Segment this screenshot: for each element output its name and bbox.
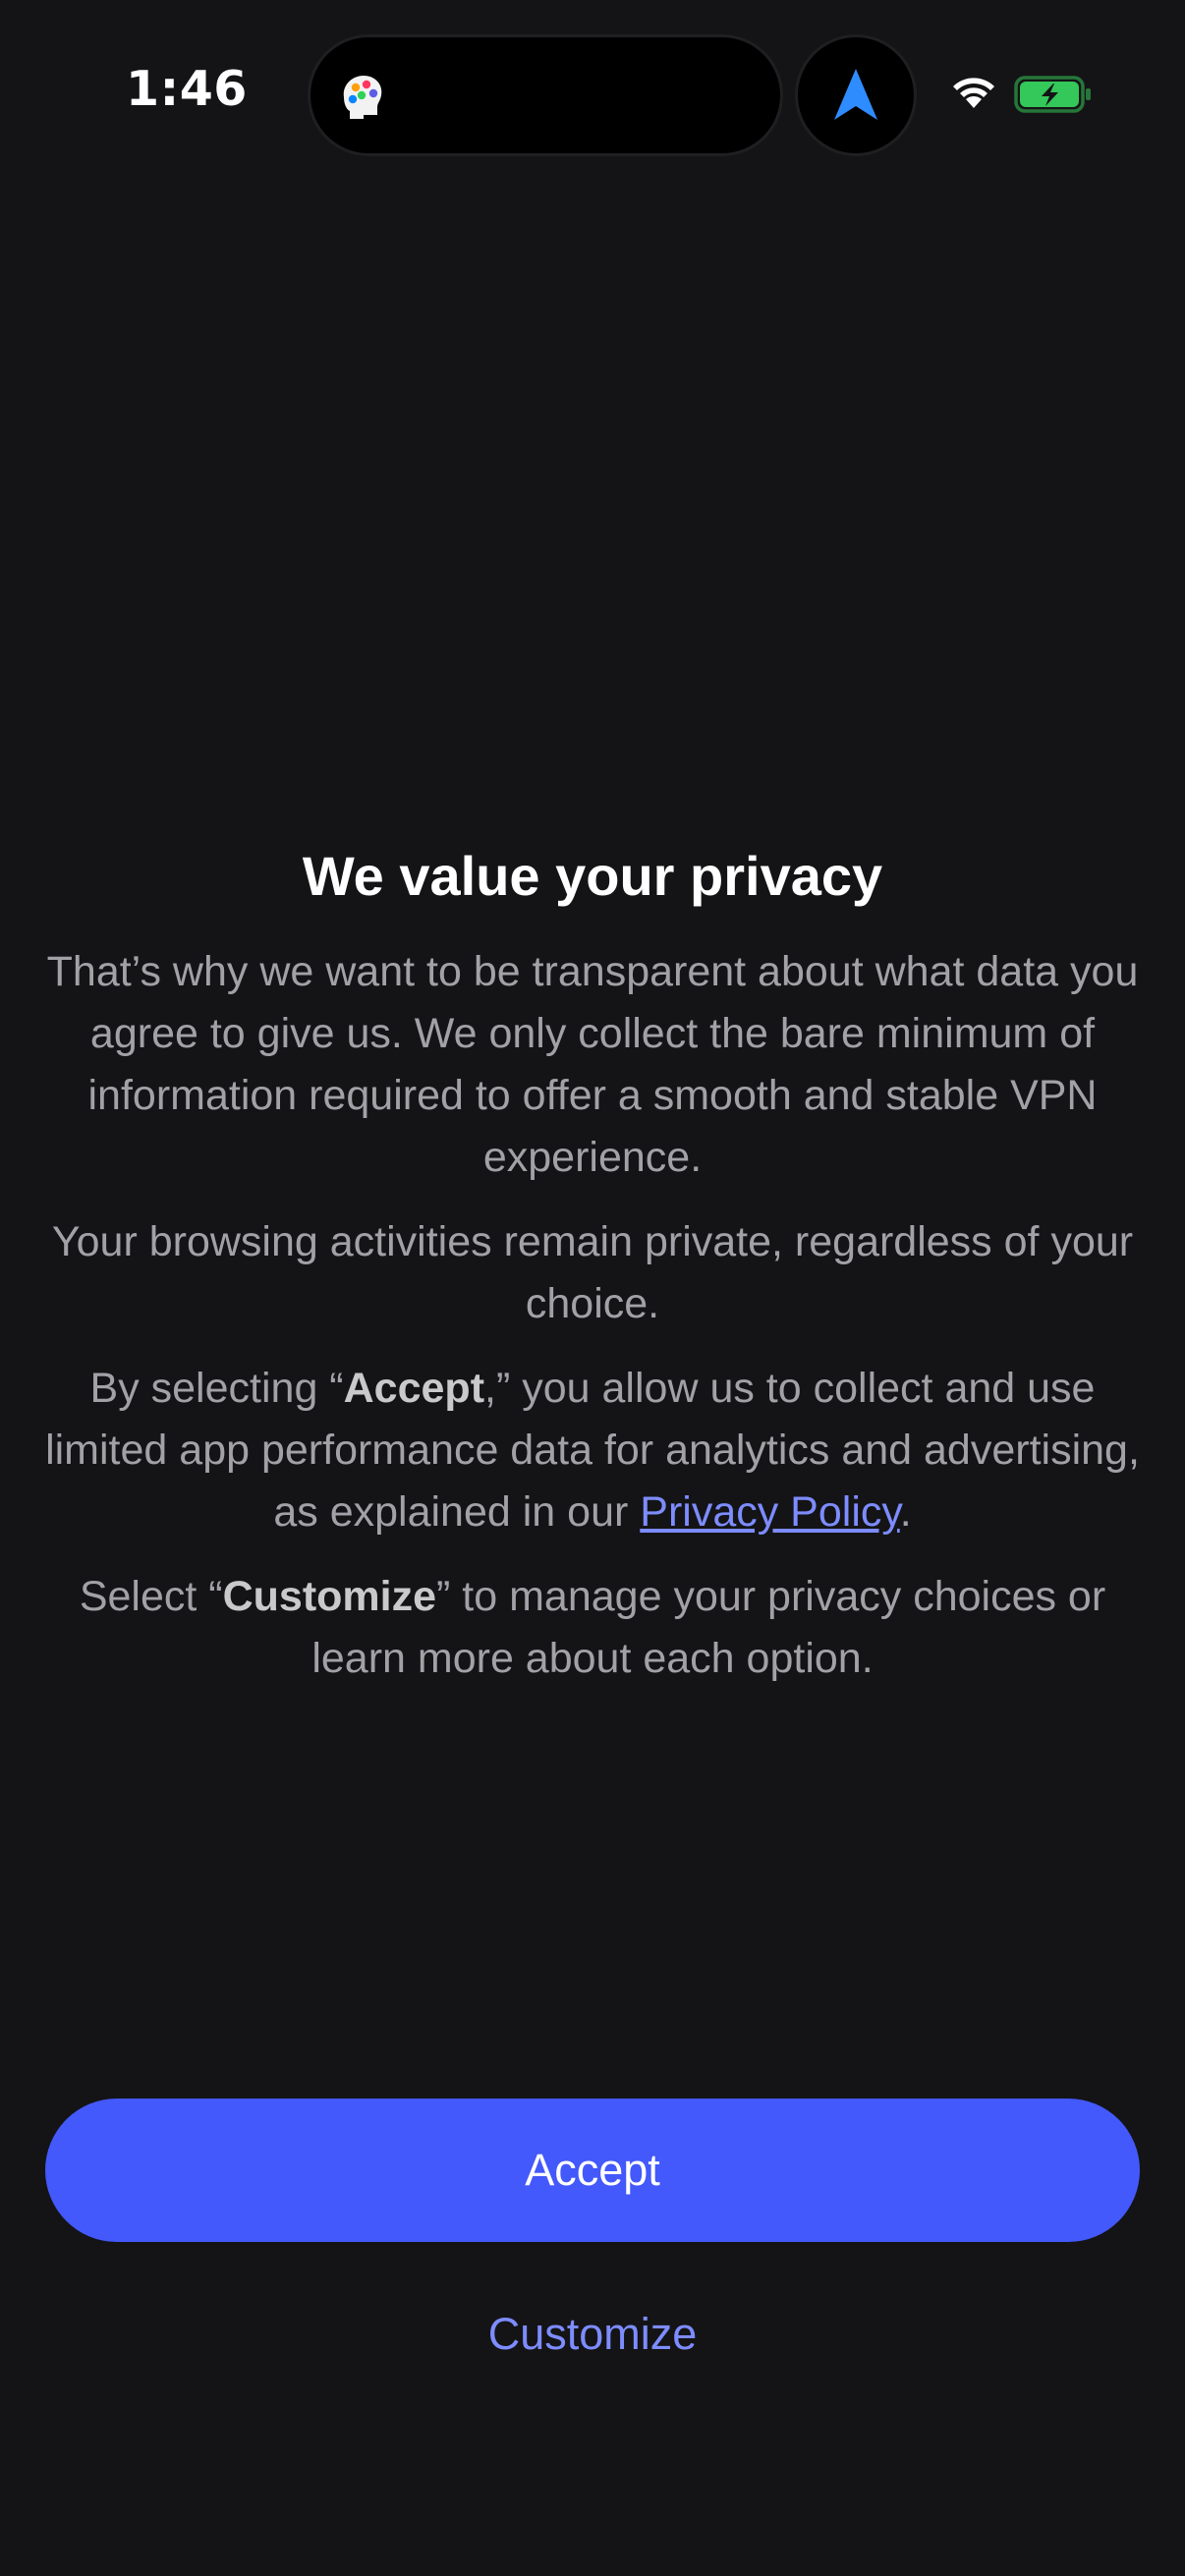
privacy-customize-text: Select “Customize” to manage your privac… bbox=[39, 1566, 1146, 1690]
privacy-browsing-text: Your browsing activities remain private,… bbox=[51, 1218, 1134, 1327]
status-time: 1:46 bbox=[126, 61, 248, 117]
page-title: We value your privacy bbox=[302, 845, 883, 907]
privacy-intro-text: That’s why we want to be transparent abo… bbox=[46, 948, 1139, 1181]
customize-text-prefix: Select “ bbox=[79, 1573, 223, 1620]
customize-text-bold: Customize bbox=[222, 1573, 437, 1620]
accept-text-prefix: By selecting “ bbox=[89, 1365, 344, 1412]
battery-charging-icon bbox=[1014, 76, 1091, 113]
accept-button[interactable]: Accept bbox=[45, 2099, 1140, 2242]
brain-app-icon bbox=[343, 76, 382, 119]
privacy-policy-link[interactable]: Privacy Policy bbox=[640, 1488, 899, 1536]
wifi-icon bbox=[953, 78, 994, 108]
navigation-indicator[interactable] bbox=[798, 37, 914, 153]
customize-button[interactable]: Customize bbox=[396, 2299, 789, 2370]
dynamic-island[interactable] bbox=[310, 37, 780, 153]
privacy-consent-screen: 1:46 We value your privacy That’s why we… bbox=[0, 0, 1185, 2576]
accept-text-suffix: . bbox=[899, 1488, 912, 1536]
accept-text-bold: Accept bbox=[343, 1365, 485, 1412]
navigation-arrow-icon bbox=[834, 69, 877, 120]
privacy-content: We value your privacy That’s why we want… bbox=[39, 837, 1146, 1712]
privacy-accept-text: By selecting “Accept,” you allow us to c… bbox=[39, 1358, 1146, 1543]
